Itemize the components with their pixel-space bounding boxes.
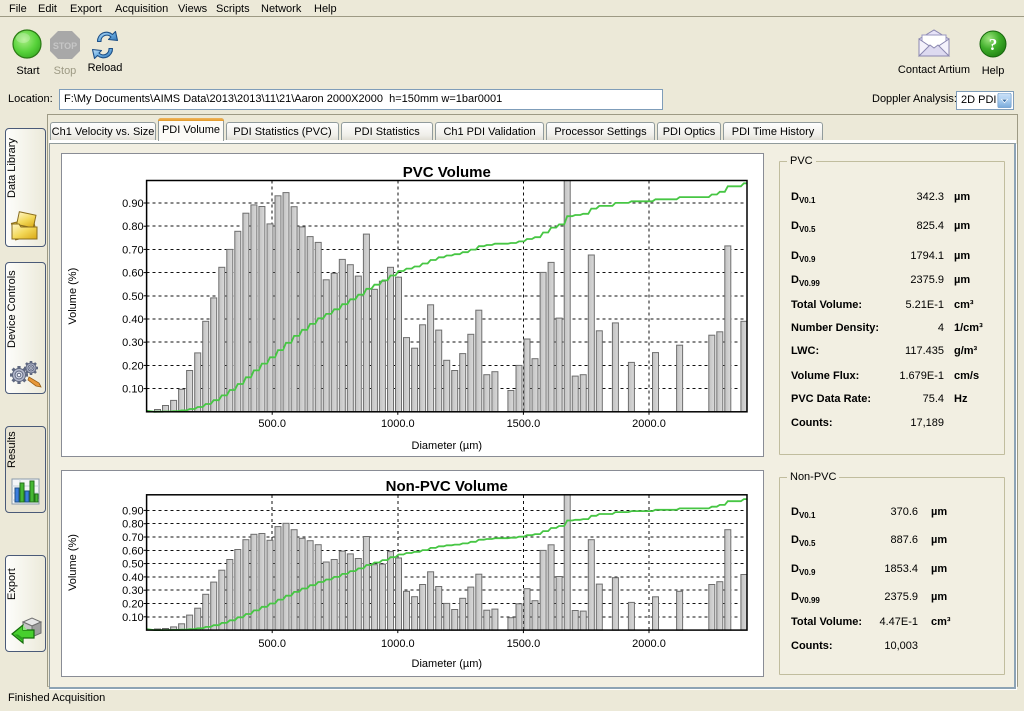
- svg-text:0.80: 0.80: [122, 519, 143, 531]
- svg-text:Volume (%): Volume (%): [67, 534, 79, 591]
- svg-text:0.10: 0.10: [122, 612, 143, 624]
- svg-text:?: ?: [989, 35, 998, 54]
- svg-text:2000.0: 2000.0: [632, 418, 666, 430]
- svg-text:0.90: 0.90: [122, 198, 143, 210]
- svg-text:0.80: 0.80: [122, 221, 143, 233]
- svg-text:0.50: 0.50: [122, 559, 143, 571]
- svg-text:0.20: 0.20: [122, 599, 143, 611]
- svg-text:PVC Volume: PVC Volume: [403, 164, 491, 181]
- svg-text:0.90: 0.90: [122, 505, 143, 517]
- svg-text:1500.0: 1500.0: [507, 418, 541, 430]
- svg-text:0.50: 0.50: [122, 291, 143, 303]
- svg-text:0.60: 0.60: [122, 545, 143, 557]
- svg-text:1500.0: 1500.0: [507, 638, 541, 650]
- svg-text:0.40: 0.40: [122, 572, 143, 584]
- svg-text:500.0: 500.0: [258, 418, 286, 430]
- svg-text:0.70: 0.70: [122, 244, 143, 256]
- svg-text:1000.0: 1000.0: [381, 638, 415, 650]
- svg-text:500.0: 500.0: [258, 638, 286, 650]
- svg-text:0.40: 0.40: [122, 314, 143, 326]
- svg-text:0.10: 0.10: [122, 384, 143, 396]
- svg-text:0.30: 0.30: [122, 585, 143, 597]
- svg-text:0.30: 0.30: [122, 337, 143, 349]
- svg-text:0.20: 0.20: [122, 360, 143, 372]
- svg-text:Diameter (µm): Diameter (µm): [412, 658, 483, 670]
- svg-text:0.60: 0.60: [122, 268, 143, 280]
- svg-text:Diameter (µm): Diameter (µm): [412, 440, 483, 452]
- svg-text:2000.0: 2000.0: [632, 638, 666, 650]
- svg-text:0.70: 0.70: [122, 532, 143, 544]
- svg-text:Non-PVC Volume: Non-PVC Volume: [386, 478, 508, 495]
- svg-text:STOP: STOP: [53, 41, 77, 51]
- svg-text:Volume (%): Volume (%): [67, 268, 79, 325]
- svg-text:1000.0: 1000.0: [381, 418, 415, 430]
